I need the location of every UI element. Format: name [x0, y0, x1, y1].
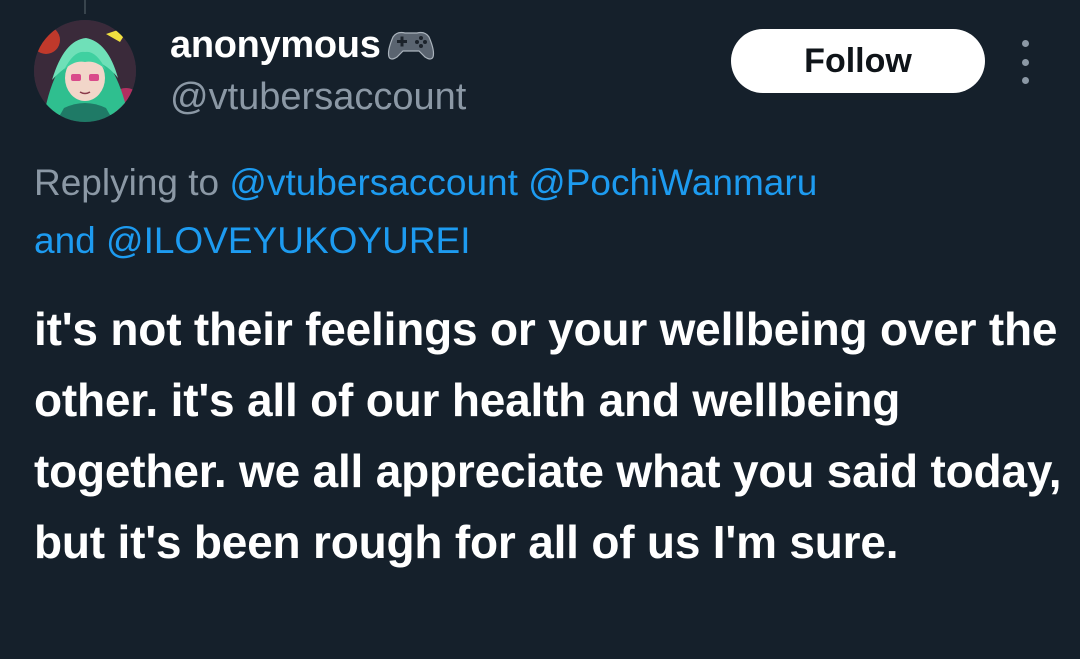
video-game-controller-icon — [385, 27, 437, 63]
user-info: anonymous @vtubersaccount — [170, 22, 466, 122]
replying-to-label: Replying to — [34, 162, 220, 203]
avatar[interactable] — [34, 20, 136, 122]
display-name[interactable]: anonymous — [170, 22, 381, 68]
user-handle[interactable]: @vtubersaccount — [170, 72, 466, 122]
display-name-row: anonymous — [170, 22, 466, 68]
follow-button[interactable]: Follow — [731, 29, 985, 93]
replying-to-context: Replying to @vtubersaccount @PochiWanmar… — [34, 154, 1044, 270]
mention-link[interactable]: @PochiWanmaru — [528, 162, 817, 203]
more-vertical-icon[interactable] — [1013, 40, 1037, 84]
tweet-text: it's not their feelings or your wellbein… — [34, 303, 1062, 568]
mention-conjunction: and — [34, 220, 96, 261]
mention-link[interactable]: @ILOVEYUKOYUREI — [106, 220, 471, 261]
mention-link[interactable]: @vtubersaccount — [229, 162, 517, 203]
thread-connector-line — [84, 0, 86, 14]
avatar-image — [34, 20, 136, 122]
